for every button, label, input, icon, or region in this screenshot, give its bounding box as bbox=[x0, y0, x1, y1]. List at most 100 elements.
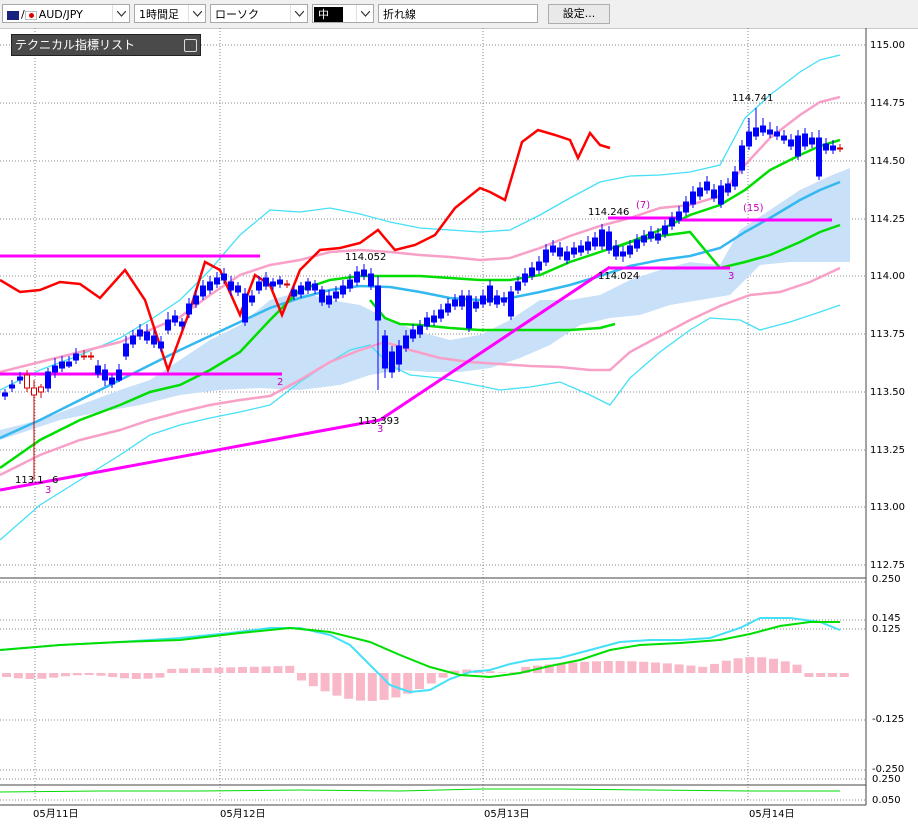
histogram-bar bbox=[297, 673, 306, 681]
candle-body bbox=[438, 309, 444, 319]
candle-body bbox=[648, 231, 654, 239]
candle-body bbox=[452, 299, 458, 307]
histogram-bar bbox=[662, 663, 672, 673]
restore-icon[interactable] bbox=[184, 39, 197, 52]
histogram-bar bbox=[828, 673, 837, 677]
chevron-down-icon[interactable] bbox=[290, 5, 307, 22]
histogram-bar bbox=[627, 661, 637, 673]
histogram-bar bbox=[131, 673, 141, 679]
histogram-bar bbox=[332, 673, 342, 696]
candle-body bbox=[823, 143, 829, 151]
histogram-bar bbox=[686, 665, 696, 673]
candle-body bbox=[711, 189, 717, 199]
candle-body bbox=[389, 351, 395, 373]
candle-body bbox=[837, 147, 843, 150]
candle-body bbox=[690, 191, 696, 205]
timeframe-select[interactable]: 1時間足 bbox=[134, 4, 206, 23]
candle-body bbox=[459, 295, 465, 307]
candle-body bbox=[543, 249, 549, 263]
histogram-bar bbox=[438, 673, 448, 678]
line-style-field[interactable]: 折れ線 bbox=[378, 4, 538, 23]
candle-body bbox=[508, 291, 514, 317]
histogram-bar bbox=[61, 673, 70, 677]
histogram-bar bbox=[238, 667, 247, 673]
date-axis-label: 05月13日 bbox=[484, 808, 529, 820]
annotation-low-0: 113.1 bbox=[15, 475, 44, 486]
price-axis-label: 115.00 bbox=[870, 40, 905, 51]
histogram-bar bbox=[84, 673, 94, 676]
candle-body bbox=[760, 125, 766, 133]
candle-body bbox=[298, 285, 304, 295]
candle-body bbox=[144, 331, 150, 341]
candle-body bbox=[347, 279, 353, 289]
chevron-down-icon[interactable] bbox=[112, 5, 129, 22]
technical-indicator-list-panel[interactable]: テクニカル指標リスト bbox=[11, 34, 201, 56]
histogram-bar bbox=[155, 673, 165, 678]
price-axis-label: 113.75 bbox=[870, 329, 905, 340]
candle-body bbox=[256, 281, 262, 291]
chevron-down-icon[interactable] bbox=[356, 5, 373, 22]
histogram-bar bbox=[651, 662, 660, 673]
bollinger-lower-1sigma bbox=[0, 266, 841, 477]
line-width-select[interactable]: 中 bbox=[312, 4, 374, 23]
histogram-bar bbox=[816, 673, 826, 677]
candle-body bbox=[592, 237, 598, 247]
histogram-bar bbox=[367, 673, 377, 701]
chart-toolbar: / AUD/JPY 1時間足 ローソク 中 折れ線 設定... bbox=[0, 0, 918, 29]
candle-body bbox=[557, 247, 563, 257]
price-axis-label: 114.25 bbox=[870, 214, 905, 225]
price-chart[interactable]: 114.052 113.393 113.1 6 114.246 114.024 … bbox=[0, 28, 918, 823]
histogram-bar bbox=[485, 671, 495, 673]
osc-axis-label: 0.250 bbox=[872, 574, 901, 585]
candle-body bbox=[578, 245, 584, 253]
osc-axis-label: 0.145 bbox=[872, 613, 901, 624]
candle-body bbox=[725, 183, 731, 193]
candle-body bbox=[564, 251, 570, 261]
candle-body bbox=[529, 267, 535, 277]
histogram-bar bbox=[49, 673, 59, 678]
annotation-low-2: 114.024 bbox=[598, 271, 639, 282]
candle-body bbox=[354, 271, 360, 283]
candle-body bbox=[396, 345, 402, 365]
candle-body bbox=[116, 369, 122, 381]
candle-body bbox=[753, 127, 759, 137]
japan-flag-icon bbox=[24, 10, 37, 20]
annotation-mark-3a: 3 bbox=[45, 485, 51, 496]
settings-button[interactable]: 設定... bbox=[548, 4, 610, 24]
date-axis-label: 05月12日 bbox=[220, 808, 265, 820]
chart-type-select[interactable]: ローソク bbox=[210, 4, 308, 23]
candle-body bbox=[536, 261, 542, 271]
histogram-bar bbox=[426, 673, 436, 684]
histogram-bar bbox=[25, 673, 35, 679]
grid bbox=[0, 28, 866, 801]
candle-body bbox=[669, 217, 675, 227]
histogram-bar bbox=[120, 673, 129, 679]
candle-body bbox=[333, 291, 339, 299]
candle-body bbox=[263, 277, 269, 287]
histogram-bar bbox=[261, 666, 271, 673]
candle-body bbox=[340, 285, 346, 295]
histogram-bar bbox=[179, 668, 188, 673]
candle-body bbox=[284, 283, 290, 286]
candle-body bbox=[417, 325, 423, 335]
candle-body bbox=[102, 369, 108, 381]
symbol-select[interactable]: / AUD/JPY bbox=[2, 4, 130, 23]
candle-body bbox=[501, 297, 507, 303]
histogram-bar bbox=[710, 663, 719, 673]
candle-body bbox=[606, 231, 612, 251]
histogram-bar bbox=[2, 673, 11, 677]
candle-body bbox=[179, 321, 185, 327]
chevron-down-icon[interactable] bbox=[188, 5, 205, 22]
candle-body bbox=[45, 371, 51, 389]
line-style-value: 折れ線 bbox=[383, 8, 416, 21]
histogram-bar bbox=[273, 666, 283, 673]
candle-body bbox=[830, 145, 836, 151]
oscillator-axis: 0.250 0.145 0.125 -0.125 -0.250 0.250 0.… bbox=[872, 574, 904, 806]
histogram-bar bbox=[72, 673, 82, 676]
osc-axis-label: 0.125 bbox=[872, 624, 901, 635]
candle-body bbox=[585, 241, 591, 251]
candle-body bbox=[24, 374, 30, 389]
annotation-high-2: 114.246 bbox=[588, 207, 629, 218]
histogram-bar bbox=[698, 666, 708, 673]
histogram-bar bbox=[202, 667, 212, 673]
